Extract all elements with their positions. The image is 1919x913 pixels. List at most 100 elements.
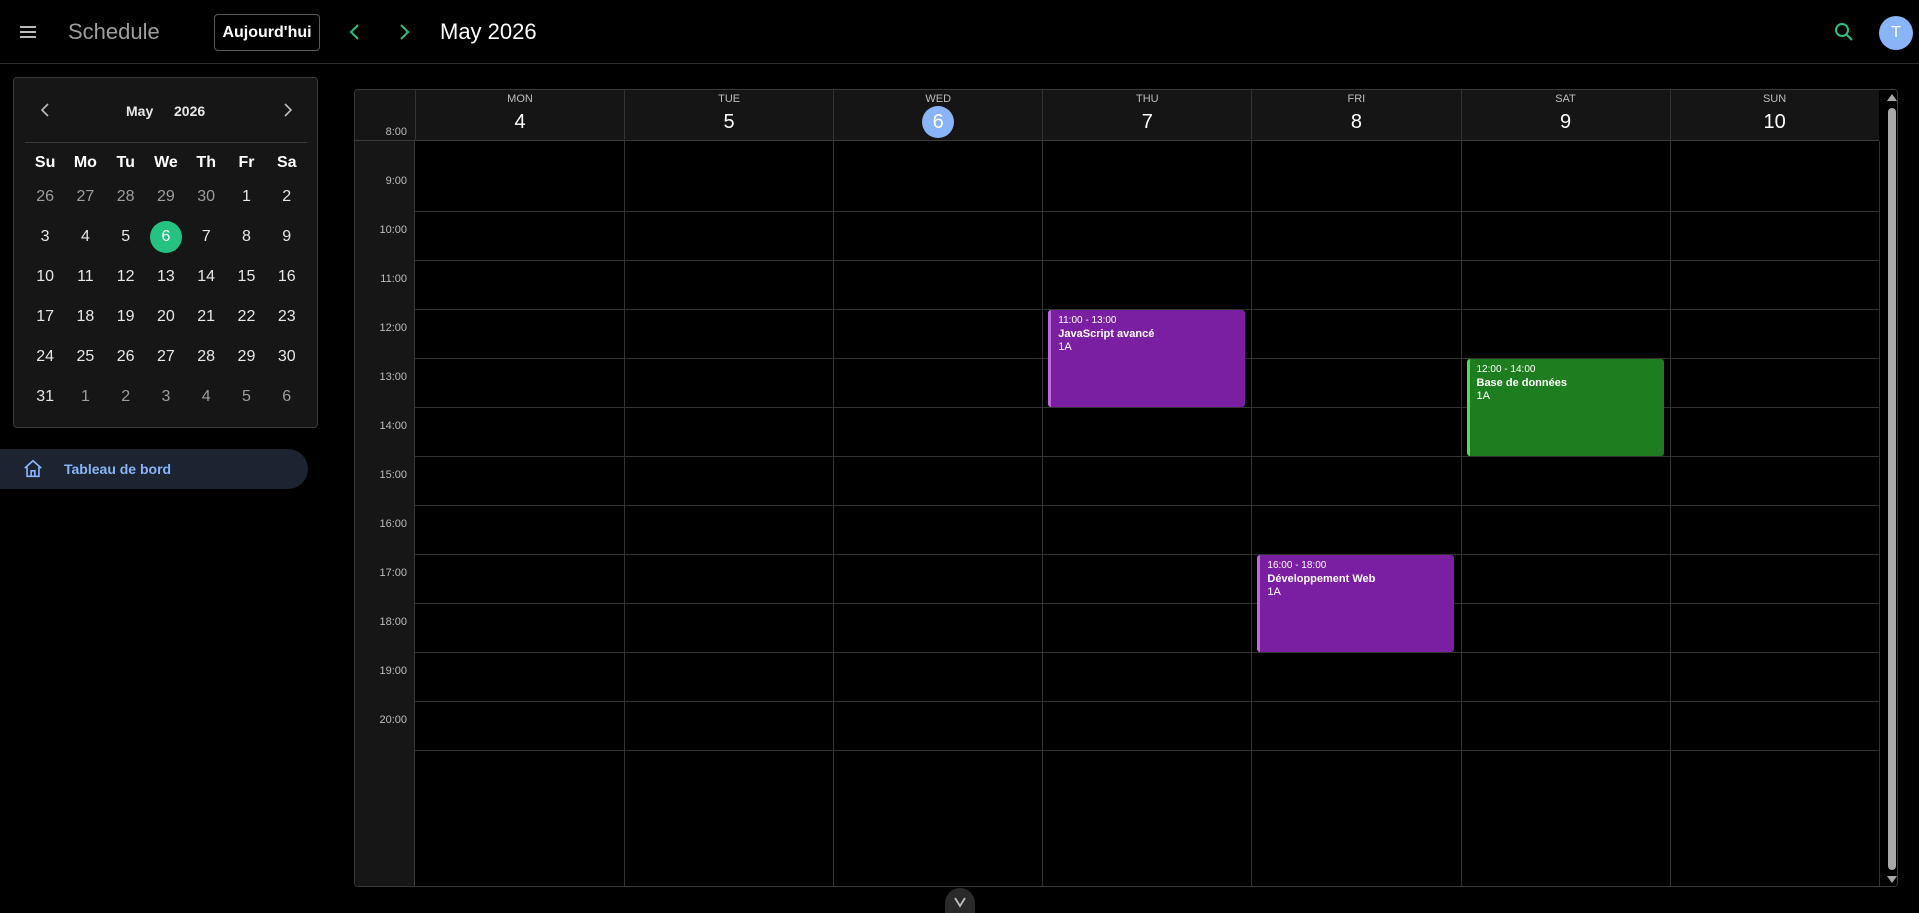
mini-calendar-day[interactable]: 30 bbox=[267, 340, 307, 374]
mini-calendar-day[interactable]: 22 bbox=[226, 300, 266, 334]
mini-calendar-day[interactable]: 1 bbox=[226, 180, 266, 214]
mini-calendar-day[interactable]: 24 bbox=[25, 340, 65, 374]
top-app-bar: Schedule Aujourd'hui May 2026 T bbox=[0, 0, 1919, 64]
mini-calendar-year[interactable]: 2026 bbox=[174, 103, 205, 119]
day-number[interactable]: 8 bbox=[1340, 106, 1372, 138]
day-header-sat: SAT 9 bbox=[1460, 90, 1670, 141]
time-label: 12:00 bbox=[379, 322, 407, 334]
mini-calendar-day[interactable]: 27 bbox=[146, 340, 186, 374]
mini-calendar-day[interactable]: 28 bbox=[106, 180, 146, 214]
day-number[interactable]: 10 bbox=[1759, 106, 1791, 138]
mini-calendar-day[interactable]: 4 bbox=[186, 380, 226, 414]
next-week-button[interactable] bbox=[392, 20, 416, 44]
sidebar-item-label: Tableau de bord bbox=[64, 461, 172, 477]
event-group: 1A bbox=[1476, 390, 1490, 402]
mini-calendar-day[interactable]: 18 bbox=[65, 300, 105, 334]
weekday-label: Tu bbox=[116, 154, 135, 171]
day-number: 27 bbox=[76, 188, 95, 205]
day-number: 27 bbox=[157, 348, 175, 365]
week-row: 24 25 26 27 28 29 30 bbox=[25, 337, 307, 377]
mini-calendar-day[interactable]: 28 bbox=[186, 340, 226, 374]
mini-calendar-day[interactable]: 29 bbox=[226, 340, 266, 374]
mini-calendar-day[interactable]: 2 bbox=[267, 180, 307, 214]
mini-calendar-day[interactable]: 6 bbox=[267, 380, 307, 414]
day-number: 20 bbox=[157, 308, 175, 325]
calendar-event[interactable]: 16:00 - 18:00 Développement Web 1A bbox=[1257, 555, 1455, 652]
mini-calendar-day[interactable]: 19 bbox=[106, 300, 146, 334]
mini-calendar-day[interactable]: 5 bbox=[226, 380, 266, 414]
day-number: 29 bbox=[237, 348, 256, 365]
mini-calendar-day[interactable]: 29 bbox=[146, 180, 186, 214]
mini-calendar-day[interactable]: 15 bbox=[226, 260, 266, 294]
day-number[interactable]: 6 bbox=[922, 106, 955, 138]
day-number: 30 bbox=[277, 348, 296, 365]
mini-calendar-day[interactable]: 20 bbox=[146, 300, 186, 334]
menu-icon[interactable] bbox=[14, 18, 42, 46]
event-time: 11:00 - 13:00 bbox=[1058, 315, 1117, 326]
day-name: TUE bbox=[718, 93, 741, 105]
day-number: 1 bbox=[80, 388, 90, 405]
day-number[interactable]: 9 bbox=[1550, 106, 1582, 138]
event-title: Développement Web bbox=[1267, 573, 1376, 585]
day-number: 10 bbox=[36, 268, 55, 285]
mini-calendar-day[interactable]: 21 bbox=[186, 300, 226, 334]
mini-calendar-day[interactable]: 26 bbox=[106, 340, 146, 374]
mini-calendar-day[interactable]: 23 bbox=[267, 300, 307, 334]
day-number: 6 bbox=[282, 388, 292, 405]
day-number: 28 bbox=[116, 188, 135, 205]
day-number: 23 bbox=[277, 308, 296, 325]
previous-week-button[interactable] bbox=[343, 20, 367, 44]
mini-calendar: May 2026 Su Mo Tu We Th Fr Sa 26 27 28 29 30 1 2 3 4 5 6 7… bbox=[13, 77, 318, 428]
mini-calendar-day[interactable]: 8 bbox=[226, 220, 266, 254]
scrollbar-thumb[interactable] bbox=[1888, 108, 1896, 870]
mini-calendar-day[interactable]: 1 bbox=[65, 380, 105, 414]
mini-calendar-day[interactable]: 14 bbox=[186, 260, 226, 294]
calendar-event[interactable]: 12:00 - 14:00 Base de données 1A bbox=[1466, 359, 1664, 456]
mini-calendar-day[interactable]: 16 bbox=[267, 260, 307, 294]
mini-calendar-day[interactable]: 9 bbox=[267, 220, 307, 254]
mini-calendar-day[interactable]: 6 bbox=[146, 220, 186, 254]
mini-calendar-day[interactable]: 30 bbox=[186, 180, 226, 214]
mini-calendar-day[interactable]: 17 bbox=[25, 300, 65, 334]
mini-calendar-day[interactable]: 10 bbox=[25, 260, 65, 294]
mini-calendar-day[interactable]: 12 bbox=[106, 260, 146, 294]
event-title: Base de données bbox=[1476, 377, 1567, 389]
week-row: 10 11 12 13 14 15 16 bbox=[25, 257, 307, 297]
day-column-divider bbox=[1460, 141, 1462, 886]
day-number[interactable]: 4 bbox=[504, 106, 536, 138]
mini-calendar-day[interactable]: 13 bbox=[146, 260, 186, 294]
weekday-label: Mo bbox=[73, 154, 97, 171]
avatar[interactable]: T bbox=[1879, 16, 1913, 50]
mini-calendar-day[interactable]: 4 bbox=[65, 220, 105, 254]
mini-calendar-day[interactable]: 3 bbox=[146, 380, 186, 414]
today-button[interactable]: Aujourd'hui bbox=[214, 14, 320, 51]
search-button[interactable] bbox=[1832, 20, 1856, 44]
mini-calendar-day[interactable]: 27 bbox=[65, 180, 105, 214]
mini-calendar-month[interactable]: May bbox=[126, 103, 153, 119]
event-time: 12:00 - 14:00 bbox=[1476, 364, 1536, 375]
mini-calendar-day[interactable]: 25 bbox=[65, 340, 105, 374]
day-header-wed: WED 6 bbox=[833, 90, 1042, 141]
mini-calendar-day[interactable]: 7 bbox=[186, 220, 226, 254]
sidebar-item-dashboard[interactable]: Tableau de bord bbox=[0, 449, 308, 489]
scroll-down-arrow[interactable] bbox=[1887, 876, 1897, 883]
day-number[interactable]: 5 bbox=[713, 106, 745, 138]
app-title: Schedule bbox=[68, 19, 160, 44]
day-number[interactable]: 7 bbox=[1131, 106, 1163, 138]
mini-calendar-day[interactable]: 5 bbox=[106, 220, 146, 254]
mini-calendar-day[interactable]: 2 bbox=[106, 380, 146, 414]
expand-button[interactable] bbox=[945, 888, 975, 913]
mini-calendar-day[interactable]: 11 bbox=[65, 260, 105, 294]
calendar-event[interactable]: 11:00 - 13:00 JavaScript avancé 1A bbox=[1048, 310, 1246, 407]
day-number: 24 bbox=[36, 348, 55, 365]
mini-calendar-day[interactable]: 31 bbox=[25, 380, 65, 414]
day-number: 12 bbox=[116, 268, 135, 285]
hour-gridline bbox=[415, 701, 1879, 702]
day-name: SUN bbox=[1762, 93, 1787, 105]
mini-calendar-day[interactable]: 3 bbox=[25, 220, 65, 254]
mini-calendar-prev-button[interactable] bbox=[34, 98, 58, 122]
scroll-up-arrow[interactable] bbox=[1887, 94, 1897, 101]
mini-calendar-day[interactable]: 26 bbox=[25, 180, 65, 214]
chevron-right-icon bbox=[400, 24, 410, 40]
mini-calendar-next-button[interactable] bbox=[275, 98, 299, 122]
